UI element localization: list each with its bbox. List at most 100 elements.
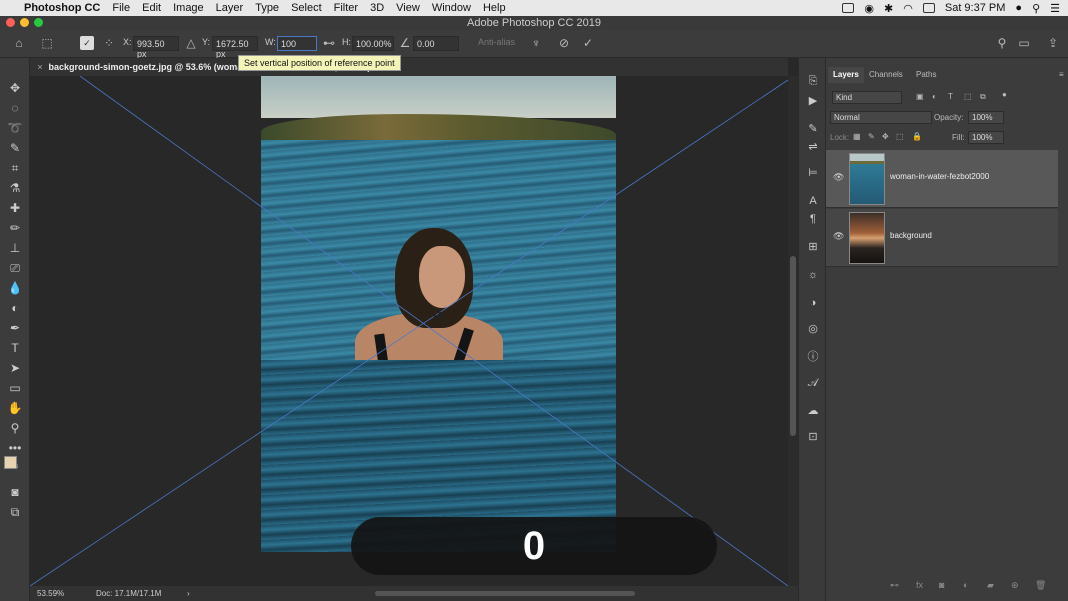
close-document-icon[interactable]: ×: [34, 58, 46, 76]
screen-record-icon[interactable]: [842, 3, 855, 13]
menu-3d[interactable]: 3D: [364, 0, 390, 16]
width-field[interactable]: 100: [277, 36, 317, 51]
properties-icon[interactable]: ⊨: [806, 166, 820, 180]
clone-stamp-tool-icon[interactable]: ⊥: [6, 240, 24, 256]
height-field[interactable]: 100.00%: [352, 36, 394, 51]
foreground-color-swatch[interactable]: [4, 456, 17, 469]
new-group-icon[interactable]: ▰: [987, 580, 994, 591]
menu-image[interactable]: Image: [167, 0, 210, 16]
paragraph-icon[interactable]: ¶: [806, 212, 820, 226]
notification-center-icon[interactable]: ☰: [1050, 2, 1060, 15]
menu-view[interactable]: View: [390, 0, 426, 16]
type-filter-icon[interactable]: T: [948, 92, 953, 101]
actions-play-icon[interactable]: ▶: [806, 94, 820, 108]
layer-row[interactable]: 👁 background: [826, 209, 1058, 267]
layer-style-icon[interactable]: fx: [916, 580, 923, 590]
menu-help[interactable]: Help: [477, 0, 512, 16]
menu-app-name[interactable]: Photoshop CC: [18, 0, 106, 16]
visibility-eye-icon[interactable]: 👁: [833, 172, 844, 183]
lasso-tool-icon[interactable]: ➰: [6, 120, 24, 136]
tab-layers[interactable]: Layers: [828, 67, 864, 83]
link-layers-icon[interactable]: ⊷: [890, 580, 899, 591]
smart-object-filter-icon[interactable]: ⧉: [980, 92, 986, 102]
menu-select[interactable]: Select: [285, 0, 328, 16]
status-menu-arrow[interactable]: ›: [187, 586, 190, 601]
relative-position-icon[interactable]: △: [184, 36, 198, 50]
shape-filter-icon[interactable]: ⬚: [964, 92, 972, 101]
wifi-icon[interactable]: ◠: [903, 2, 913, 15]
angle-field[interactable]: 0.00: [413, 36, 459, 51]
adjustment-filter-icon[interactable]: ◐: [932, 92, 937, 101]
document-canvas[interactable]: 0: [30, 76, 788, 586]
hand-tool-icon[interactable]: ✋: [6, 400, 24, 416]
screen-mode-icon[interactable]: ⧉: [6, 504, 24, 520]
pixel-filter-icon[interactable]: ▣: [916, 92, 924, 101]
delete-layer-icon[interactable]: 🗑: [1035, 580, 1046, 591]
lock-artboard-icon[interactable]: ⬚: [896, 132, 904, 141]
swatches-icon[interactable]: ◎: [806, 322, 820, 336]
menu-file[interactable]: File: [106, 0, 136, 16]
color-icon[interactable]: ◑: [806, 296, 820, 310]
filter-toggle-icon[interactable]: ●: [1002, 90, 1007, 99]
y-position-field[interactable]: 1672.50 px: [212, 36, 258, 59]
user-icon[interactable]: ●: [1015, 2, 1022, 14]
type-tool-icon[interactable]: T: [6, 340, 24, 356]
quick-selection-tool-icon[interactable]: ✎: [6, 140, 24, 156]
kind-filter[interactable]: Kind: [832, 91, 902, 104]
character-icon[interactable]: A: [806, 194, 820, 208]
commit-transform-icon[interactable]: ✓: [581, 36, 595, 50]
visibility-eye-icon[interactable]: 👁: [833, 231, 844, 242]
reference-point-grid-icon[interactable]: ⁘: [102, 36, 116, 50]
rectangle-tool-icon[interactable]: ▭: [6, 380, 24, 396]
fill-field[interactable]: 100%: [968, 131, 1004, 144]
menu-filter[interactable]: Filter: [328, 0, 364, 16]
share-icon[interactable]: ⇪: [1046, 36, 1060, 50]
menu-window[interactable]: Window: [426, 0, 477, 16]
minimize-window-icon[interactable]: [20, 18, 29, 27]
more-tools-icon[interactable]: •••: [6, 440, 24, 456]
zoom-tool-icon[interactable]: ⚲: [6, 420, 24, 436]
layer-name[interactable]: background: [890, 231, 932, 240]
eyedropper-tool-icon[interactable]: ⚗: [6, 180, 24, 196]
document-tab[interactable]: × background-simon-goetz.jpg @ 53.6% (wo…: [30, 58, 788, 76]
info-icon[interactable]: ⓘ: [806, 350, 820, 364]
close-window-icon[interactable]: [6, 18, 15, 27]
lock-transparent-icon[interactable]: ▦: [853, 132, 861, 141]
healing-brush-tool-icon[interactable]: ✚: [6, 200, 24, 216]
new-layer-icon[interactable]: ⊕: [1011, 580, 1019, 591]
blend-mode-select[interactable]: Normal: [830, 111, 932, 124]
menu-edit[interactable]: Edit: [136, 0, 167, 16]
glyphs-icon[interactable]: 𝒜: [806, 376, 820, 390]
brush-tool-icon[interactable]: ✏: [6, 220, 24, 236]
quick-mask-icon[interactable]: ◙: [6, 484, 24, 500]
panel-menu-icon[interactable]: ≡: [1054, 67, 1068, 83]
anti-alias-label[interactable]: Anti-alias: [478, 37, 515, 47]
path-selection-tool-icon[interactable]: ➤: [6, 360, 24, 376]
crop-tool-icon[interactable]: ⌗: [6, 160, 24, 176]
zoom-window-icon[interactable]: [34, 18, 43, 27]
move-tool-icon[interactable]: ✥: [6, 80, 24, 96]
search-icon[interactable]: ⚲: [995, 36, 1009, 50]
lock-position-icon[interactable]: ✥: [882, 132, 889, 141]
canvas-vertical-scrollbar[interactable]: [788, 76, 798, 586]
x-position-field[interactable]: 993.50 px: [133, 36, 179, 59]
tab-channels[interactable]: Channels: [864, 67, 908, 83]
libraries-icon[interactable]: ☁: [806, 404, 820, 418]
reference-point-checkbox[interactable]: ✓: [80, 36, 94, 50]
angle-icon[interactable]: ∠: [398, 36, 412, 50]
cancel-transform-icon[interactable]: ⊘: [557, 36, 571, 50]
lock-image-icon[interactable]: ✎: [868, 132, 875, 141]
clock[interactable]: Sat 9:37 PM: [945, 2, 1006, 14]
horizontal-scroll-thumb[interactable]: [375, 591, 635, 596]
transform-tool-icon[interactable]: ⬚: [40, 36, 54, 50]
lightbulb-icon[interactable]: ☼: [806, 268, 820, 282]
layer-name[interactable]: woman-in-water-fezbot2000: [890, 172, 989, 181]
bluetooth-icon[interactable]: ✱: [884, 2, 893, 15]
menu-layer[interactable]: Layer: [210, 0, 250, 16]
menu-type[interactable]: Type: [249, 0, 285, 16]
dodge-tool-icon[interactable]: ◐: [6, 300, 24, 316]
lock-all-icon[interactable]: 🔒: [912, 132, 922, 141]
workspace-icon[interactable]: ▭: [1017, 36, 1031, 50]
new-adjustment-layer-icon[interactable]: ◐: [963, 580, 968, 590]
adjustments-icon[interactable]: ⇌: [806, 140, 820, 154]
